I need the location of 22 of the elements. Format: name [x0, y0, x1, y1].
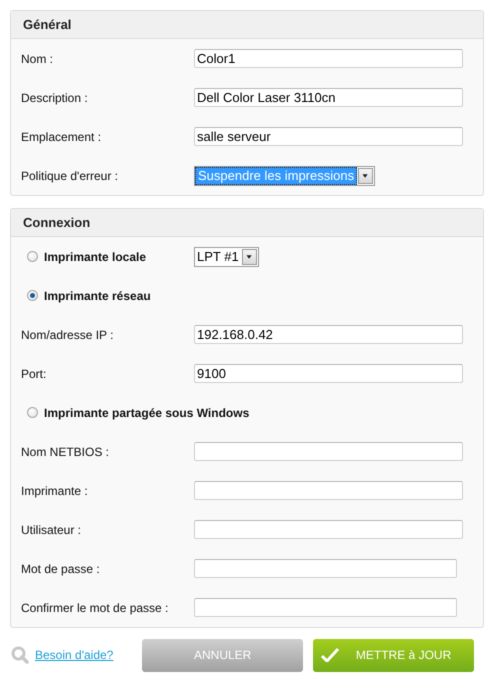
input-field[interactable]: 192.168.0.42 [194, 325, 463, 344]
field-label: Nom/adresse IP : [21, 328, 114, 342]
panel-title: Général [23, 17, 72, 32]
radio-label: Imprimante réseau [44, 288, 151, 302]
field-label: Utilisateur : [21, 522, 82, 536]
input-field[interactable]: salle serveur [194, 127, 463, 146]
dropdown[interactable]: LPT #1 [194, 246, 259, 266]
radio-label: Imprimante locale [44, 250, 146, 264]
radio-label: Imprimante partagée sous Windows [44, 406, 250, 420]
field-label: Politique d'erreur : [21, 168, 120, 182]
field-label: Port: [21, 366, 48, 380]
field-label: Nom : [21, 52, 54, 66]
input-field[interactable]: Color1 [194, 49, 463, 68]
field-label: Imprimante : [21, 484, 89, 498]
input-field[interactable]: 9100 [194, 364, 463, 383]
field-label: Description : [21, 90, 89, 104]
field-label: Emplacement : [21, 130, 102, 144]
field-label: Confirmer le mot de passe : [21, 600, 170, 614]
field-label: Mot de passe : [21, 562, 101, 576]
panel-title: Connexion [23, 215, 90, 230]
input-field[interactable]: Dell Color Laser 3110cn [194, 88, 463, 107]
field-label: Nom NETBIOS : [21, 444, 110, 458]
